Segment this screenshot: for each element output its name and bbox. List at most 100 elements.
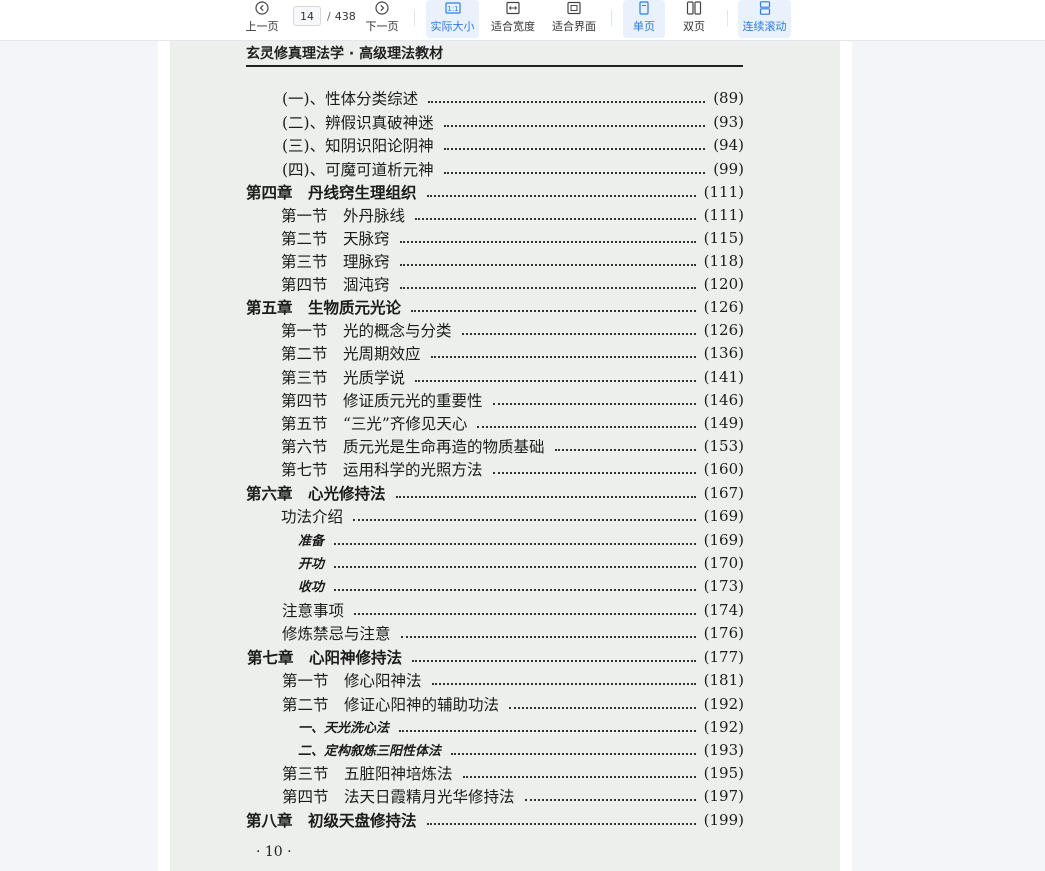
toc-entry-title: 第七节 运用科学的光照方法	[281, 460, 483, 479]
toc-entry-page: (136)	[703, 343, 744, 362]
toc-entry-page: (169)	[703, 530, 744, 549]
toc-entry-page: (115)	[703, 228, 744, 247]
toc-entry-title: 第八章 初级天盘修持法	[246, 810, 417, 830]
prev-page-label: 上一页	[245, 20, 279, 33]
double-page-icon	[686, 1, 702, 15]
toc-leader-dots	[443, 140, 706, 150]
toc-entry-title: 第五章 生物质元光论	[246, 297, 402, 317]
toc-entry-title: 第四章 丹线窍生理组织	[246, 182, 417, 202]
toc-entry-page: (149)	[703, 413, 744, 432]
toc-entry: 第三节 五脏阳神培炼法 (195)	[282, 761, 744, 784]
toc-leader-dots	[399, 256, 696, 266]
toc-entry-title: 一、天光洗心法	[298, 721, 390, 736]
toc-entry-title: 第七章 心阳神修持法	[247, 647, 403, 667]
toc-entry-title: 第四节 涸沌窍	[281, 275, 390, 294]
toc-entry: 二、定构叙炼三阳性体法 (193)	[298, 738, 744, 761]
page-header: 玄灵修真理法学 · 高级理法教材	[246, 46, 444, 62]
toc-entry: 第七章 心阳神修持法 (177)	[247, 645, 744, 668]
toc-entry-page: (146)	[703, 390, 744, 409]
toc-entry-page: (192)	[703, 694, 744, 713]
toolbar-divider	[611, 10, 612, 26]
header-rule	[246, 65, 743, 67]
toc-entry: 注意事项 (174)	[282, 598, 744, 621]
toc-entry: 功法介绍 (169)	[281, 504, 744, 527]
toc-entry: 第六节 质元光是生命再造的物质基础 (153)	[281, 434, 744, 457]
toc-leader-dots	[399, 279, 696, 289]
toc-leader-dots	[399, 233, 696, 243]
toc-leader-dots	[426, 815, 696, 825]
svg-text:1:1: 1:1	[447, 5, 458, 13]
toc-entry: (二)、辨假识真破神迷 (93)	[282, 110, 744, 133]
page-separator: /	[327, 9, 331, 23]
toc-entry-title: 修炼禁忌与注意	[282, 624, 391, 643]
toc-entry-page: (174)	[703, 600, 744, 619]
current-page-input[interactable]	[293, 6, 321, 26]
next-page-button[interactable]: 下一页	[363, 0, 401, 38]
toc-entry-title: 功法介绍	[281, 507, 344, 526]
toc-leader-dots	[554, 441, 696, 451]
toc-entry: 第三节 理脉窍 (118)	[281, 249, 744, 272]
toc-entry-title: 第五节 “三光”齐修见天心	[281, 414, 468, 433]
page-number: · 10 ·	[256, 844, 292, 860]
toc-entry: 收功 (173)	[298, 574, 744, 597]
fit-width-button[interactable]: 适合宽度	[488, 0, 538, 38]
double-page-button[interactable]: 双页	[673, 0, 715, 38]
toc-entry-page: (197)	[703, 786, 744, 805]
chevron-left-circle-icon	[255, 1, 269, 15]
toc-leader-dots	[443, 164, 706, 174]
toc-entry: 第五节 “三光”齐修见天心 (149)	[281, 411, 744, 434]
toc-entry-title: 准备	[298, 534, 325, 549]
toc-entry-title: 二、定构叙炼三阳性体法	[298, 744, 442, 759]
toc-entry-page: (141)	[703, 367, 744, 386]
toc-entry: 第二节 光周期效应 (136)	[281, 341, 744, 364]
toc-leader-dots	[461, 325, 696, 335]
actual-size-button[interactable]: 1:1 实际大小	[426, 0, 479, 38]
toc-leader-dots	[462, 768, 696, 778]
toc-entry-title: 第六节 质元光是生命再造的物质基础	[281, 437, 545, 456]
toc-entry: 第三节 光质学说 (141)	[281, 365, 744, 388]
toc-entry: 第七节 运用科学的光照方法 (160)	[281, 457, 744, 480]
toc-leader-dots	[426, 187, 696, 197]
toc-entry-page: (111)	[703, 182, 744, 201]
prev-page-button[interactable]: 上一页	[243, 0, 281, 38]
toc-leader-dots	[451, 745, 696, 755]
document-viewer[interactable]: 玄灵修真理法学 · 高级理法教材 (一)、性体分类综述 (89) (二)、辨假识真破…	[158, 41, 852, 871]
toolbar: 上一页 / 438 下一页 1:1 实际大小 适合宽度 适合界面 单页 双页 连…	[0, 0, 1045, 41]
scanned-page: 玄灵修真理法学 · 高级理法教材 (一)、性体分类综述 (89) (二)、辨假识真破…	[170, 41, 840, 871]
single-page-button[interactable]: 单页	[623, 0, 665, 38]
continuous-scroll-button[interactable]: 连续滚动	[738, 0, 791, 38]
actual-size-icon: 1:1	[444, 2, 461, 14]
toc-entry: 修炼禁忌与注意 (176)	[282, 621, 744, 644]
toc-entry: 开功 (170)	[298, 551, 744, 574]
toolbar-divider	[727, 10, 728, 26]
toc-leader-dots	[415, 372, 696, 382]
toc-entry-title: 第六章 心光修持法	[246, 483, 386, 503]
total-pages: 438	[334, 9, 356, 23]
single-page-label: 单页	[633, 20, 655, 33]
toc-entry: 一、天光洗心法 (192)	[298, 715, 744, 738]
toc-entry-page: (176)	[703, 623, 744, 642]
toc-entry-title: (二)、辨假识真破神迷	[282, 113, 434, 132]
toc-leader-dots	[524, 791, 696, 801]
toc-entry-title: 注意事项	[282, 601, 345, 620]
toc-leader-dots	[353, 511, 696, 521]
toc-entry: 第六章 心光修持法 (167)	[246, 481, 744, 504]
fit-page-button[interactable]: 适合界面	[549, 0, 599, 38]
chevron-right-circle-icon	[375, 1, 389, 15]
toc-entry: 第一节 外丹脉线 (111)	[281, 203, 744, 226]
toc-entry: (一)、性体分类综述 (89)	[282, 86, 744, 109]
toc-entry-page: (118)	[703, 251, 744, 270]
toolbar-divider	[414, 10, 415, 26]
toc-leader-dots	[411, 302, 696, 312]
toc-entry-title: 第一节 修心阳神法	[282, 671, 422, 690]
toc-entry-page: (193)	[703, 740, 744, 759]
toc-entry: 第四节 涸沌窍 (120)	[281, 272, 744, 295]
toc-entry: 第二节 天脉窍 (115)	[281, 226, 744, 249]
toc-entry-title: 第二节 修证心阳神的辅助功法	[282, 695, 500, 714]
toc-entry-page: (169)	[703, 506, 744, 525]
toc-entry-page: (170)	[703, 553, 744, 572]
toc-entry-title: (四)、可魔可道析元神	[282, 160, 434, 179]
toc-entry-page: (181)	[703, 670, 744, 689]
toc-entry-title: 第三节 光质学说	[281, 368, 406, 387]
fit-page-icon	[567, 1, 581, 15]
